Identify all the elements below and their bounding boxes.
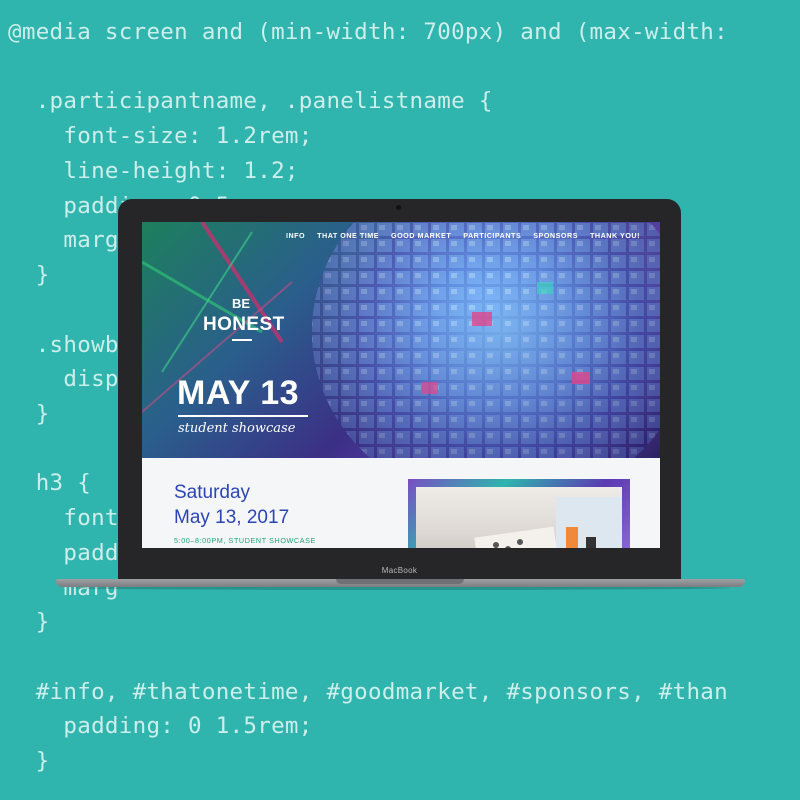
- code-line: .participantname, .panelistname {: [8, 88, 493, 114]
- hero-subtitle: student showcase: [178, 421, 296, 436]
- event-day: Saturday: [174, 482, 251, 503]
- code-line: font: [8, 505, 119, 531]
- laptop-hinge-notch: [336, 579, 464, 584]
- event-time: 5:00–8:00PM, STUDENT SHOWCASE: [174, 536, 316, 545]
- code-line: @media screen and (min-width: 700px) and…: [8, 19, 728, 45]
- logo-line-2: HONEST: [203, 314, 285, 335]
- laptop-brand-label: MacBook: [381, 566, 418, 575]
- logo-underline: [232, 339, 252, 341]
- nav-item-participants[interactable]: PARTICIPANTS: [463, 231, 521, 240]
- nav-item-info[interactable]: INFO: [286, 231, 305, 240]
- photo-image: [474, 497, 622, 548]
- logo-line-1: BE: [232, 296, 251, 311]
- nav-item-thank-you[interactable]: THANK YOU!: [590, 231, 640, 240]
- camera-icon: [396, 205, 401, 210]
- hero-divider: [178, 415, 308, 417]
- event-heading: Saturday May 13, 2017: [174, 481, 289, 530]
- site-nav: INFO THAT ONE TIME GOOD MARKET PARTICIPA…: [142, 231, 660, 240]
- code-line: marg: [8, 227, 119, 253]
- code-line: padd: [8, 540, 119, 566]
- nav-item-that-one-time[interactable]: THAT ONE TIME: [317, 231, 379, 240]
- laptop-screen: INFO THAT ONE TIME GOOD MARKET PARTICIPA…: [142, 222, 660, 548]
- code-line: padding: 0 1.5rem;: [8, 713, 313, 739]
- code-line: }: [8, 262, 50, 288]
- code-line: font-size: 1.2rem;: [8, 123, 313, 149]
- code-line: }: [8, 748, 50, 774]
- code-line: #info, #thatonetime, #goodmarket, #spons…: [8, 679, 728, 705]
- code-line: .showb: [8, 332, 119, 358]
- code-line: h3 {: [8, 470, 92, 496]
- event-photo: [416, 487, 622, 548]
- code-line: line-height: 1.2;: [8, 158, 299, 184]
- hero-banner: INFO THAT ONE TIME GOOD MARKET PARTICIPA…: [142, 222, 660, 458]
- code-line: }: [8, 609, 50, 635]
- code-line: }: [8, 401, 50, 427]
- hero-date: MAY 13: [177, 374, 300, 412]
- event-date: May 13, 2017: [174, 506, 290, 528]
- code-line: disp: [8, 366, 119, 392]
- nav-item-good-market[interactable]: GOOD MARKET: [391, 231, 451, 240]
- nav-item-sponsors[interactable]: SPONSORS: [533, 231, 578, 240]
